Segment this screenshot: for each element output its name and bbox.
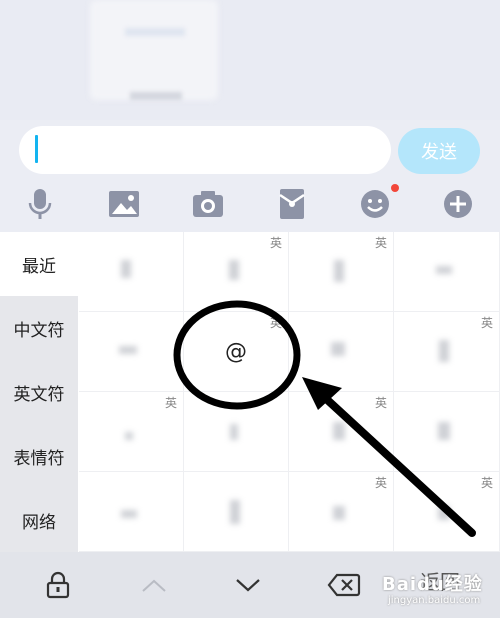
backspace-icon[interactable] <box>322 552 366 618</box>
watermark-logo: Baidu经验 <box>382 574 483 595</box>
blurred-symbol <box>333 422 345 440</box>
watermark-url: jingyan.baidu.com <box>388 595 481 606</box>
message-input[interactable] <box>19 126 391 174</box>
key-tag: 英 <box>374 396 387 410</box>
symbol-key[interactable]: 英 <box>394 312 500 392</box>
blurred-symbol <box>125 432 133 440</box>
chat-area <box>0 0 500 120</box>
symbol-key[interactable]: 英 <box>184 232 289 312</box>
symbol-key-at[interactable]: 英 @ <box>184 312 289 392</box>
blurred-symbol <box>230 424 238 440</box>
symbol-key[interactable]: 英 <box>289 472 394 552</box>
camera-icon[interactable] <box>190 186 226 222</box>
symbol-key[interactable] <box>184 392 289 472</box>
text-caret <box>35 135 38 163</box>
key-tag: 英 <box>374 476 387 490</box>
input-toolbar <box>0 180 500 230</box>
category-english-symbols[interactable]: 英文符 <box>0 360 78 424</box>
blurred-symbol <box>121 260 131 278</box>
notification-badge <box>391 184 399 192</box>
symbol-key[interactable]: 英 <box>394 472 500 552</box>
key-symbol-at: @ <box>225 339 247 364</box>
symbol-key[interactable] <box>394 392 500 472</box>
blurred-symbol <box>438 506 450 520</box>
symbol-key[interactable] <box>394 232 500 312</box>
symbol-grid: 英 英 英 @ 英 英 英 英 英 <box>79 232 500 552</box>
blurred-symbol <box>331 342 345 356</box>
red-packet-icon[interactable] <box>274 186 310 222</box>
key-tag: 英 <box>269 316 282 330</box>
symbol-key[interactable] <box>79 232 184 312</box>
key-tag: 英 <box>480 316 493 330</box>
category-internet[interactable]: 网络 <box>0 488 78 552</box>
lock-icon[interactable] <box>36 552 80 618</box>
message-bubble <box>90 0 218 100</box>
symbol-key[interactable] <box>79 472 184 552</box>
image-icon[interactable] <box>106 186 142 222</box>
symbol-key[interactable]: 英 <box>79 392 184 472</box>
symbol-key[interactable] <box>289 312 394 392</box>
chevron-up-icon[interactable] <box>132 552 176 618</box>
key-tag: 英 <box>269 236 282 250</box>
symbol-key[interactable] <box>184 472 289 552</box>
send-button[interactable]: 发送 <box>398 128 480 174</box>
category-recent[interactable]: 最近 <box>0 232 78 296</box>
symbol-key[interactable] <box>79 312 184 392</box>
category-chinese-symbols[interactable]: 中文符 <box>0 296 78 360</box>
blurred-symbol <box>121 510 137 518</box>
key-tag: 英 <box>480 476 493 490</box>
blurred-symbol <box>334 260 344 282</box>
blurred-symbol <box>230 500 240 524</box>
mic-icon[interactable] <box>22 186 58 222</box>
symbol-key[interactable]: 英 <box>289 392 394 472</box>
blurred-symbol <box>333 506 345 520</box>
key-tag: 英 <box>164 396 177 410</box>
symbol-key[interactable]: 英 <box>289 232 394 312</box>
key-tag: 英 <box>374 236 387 250</box>
message-text-blur <box>130 92 182 100</box>
chevron-down-icon[interactable] <box>226 552 270 618</box>
message-text-blur <box>125 28 185 36</box>
blurred-symbol <box>229 260 239 280</box>
blurred-symbol <box>439 340 449 362</box>
emoji-icon[interactable] <box>357 186 393 222</box>
category-emoticons[interactable]: 表情符 <box>0 424 78 488</box>
blurred-symbol <box>438 422 450 440</box>
category-sidebar: 最近 中文符 英文符 表情符 网络 <box>0 232 78 552</box>
blurred-symbol <box>119 346 137 354</box>
plus-icon[interactable] <box>440 186 476 222</box>
blurred-symbol <box>436 266 452 274</box>
